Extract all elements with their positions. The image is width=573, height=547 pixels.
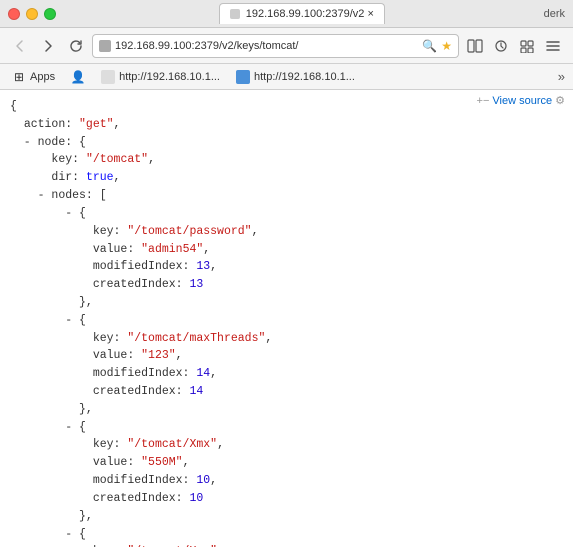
json-content: { action: "get", - node: { key: "/tomcat…: [10, 96, 563, 547]
reload-button[interactable]: [64, 34, 88, 58]
bookmark-icon-3: [236, 70, 250, 84]
view-source-gear-icon: ⚙: [555, 94, 565, 107]
bookmark-url-2: http://192.168.10.1...: [119, 71, 220, 83]
page-content: +− View source ⚙ { action: "get", - node…: [0, 90, 573, 547]
bookmark-item-1[interactable]: 👤: [67, 68, 89, 86]
bookmarks-overflow-button[interactable]: »: [558, 69, 565, 84]
search-icon[interactable]: 🔍: [422, 39, 437, 53]
toolbar-right: [463, 34, 565, 58]
minimize-button[interactable]: [26, 8, 38, 20]
traffic-lights: [8, 8, 56, 20]
view-source-link[interactable]: +− View source ⚙: [477, 94, 565, 107]
menu-icon[interactable]: [541, 34, 565, 58]
bookmark-url-3: http://192.168.10.1...: [254, 71, 355, 83]
tab-bar: 192.168.99.100:2379/v2 ×: [64, 3, 540, 24]
toolbar: 192.168.99.100:2379/v2/keys/tomcat/ 🔍 ★: [0, 28, 573, 64]
maximize-button[interactable]: [44, 8, 56, 20]
user-label: derk: [544, 8, 565, 20]
bookmark-person-icon: 👤: [71, 70, 85, 84]
close-button[interactable]: [8, 8, 20, 20]
address-bar[interactable]: 192.168.99.100:2379/v2/keys/tomcat/ 🔍 ★: [92, 34, 459, 58]
bookmark-etcd-icon: [101, 70, 115, 84]
address-favicon-icon: [99, 40, 111, 52]
reader-view-icon[interactable]: [463, 34, 487, 58]
titlebar: 192.168.99.100:2379/v2 × derk: [0, 0, 573, 28]
apps-bookmark[interactable]: ⊞ Apps: [8, 68, 59, 86]
tab-favicon-icon: [230, 9, 240, 19]
bookmarks-bar: ⊞ Apps 👤 http://192.168.10.1... http://1…: [0, 64, 573, 90]
active-tab[interactable]: 192.168.99.100:2379/v2 ×: [219, 3, 385, 24]
bookmark-star-icon[interactable]: ★: [441, 39, 452, 53]
tab-title: 192.168.99.100:2379/v2 ×: [246, 8, 374, 20]
address-icons: 🔍 ★: [422, 39, 452, 53]
extensions-icon[interactable]: [515, 34, 539, 58]
back-button[interactable]: [8, 34, 32, 58]
forward-button[interactable]: [36, 34, 60, 58]
view-source-prefix: +−: [477, 95, 490, 107]
apps-label: Apps: [30, 71, 55, 83]
bookmark-item-3[interactable]: http://192.168.10.1...: [232, 68, 359, 86]
apps-grid-icon: ⊞: [12, 70, 26, 84]
bookmark-item-2[interactable]: http://192.168.10.1...: [97, 68, 224, 86]
view-source-label: View source: [492, 95, 552, 107]
refresh-icon[interactable]: [489, 34, 513, 58]
address-text: 192.168.99.100:2379/v2/keys/tomcat/: [115, 40, 418, 52]
